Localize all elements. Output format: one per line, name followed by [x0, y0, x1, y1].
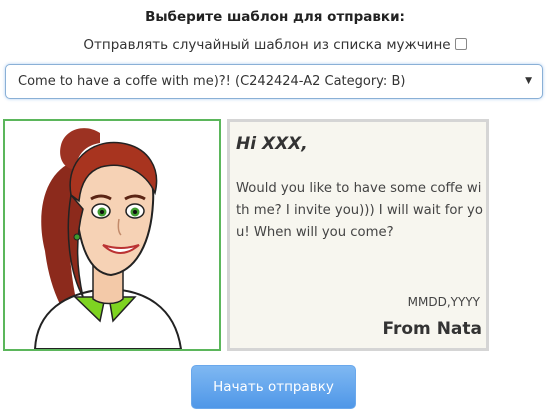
random-template-checkbox[interactable] [454, 38, 467, 50]
letter-signature: From Nata [382, 319, 482, 339]
start-sending-button[interactable]: Начать отправку [191, 365, 356, 409]
dropdown-arrow-icon[interactable]: ▼ [525, 65, 532, 98]
letter-date: MMDD,YYYY [407, 295, 480, 309]
avatar-illustration [3, 119, 221, 351]
template-select-value: Come to have a coffe with me)?! (C242424… [18, 74, 406, 89]
page-title: Выберите шаблон для отправки: [145, 9, 405, 25]
letter-preview: Hi XXX, Would you like to have some coff… [227, 119, 489, 351]
letter-greeting: Hi XXX, [236, 134, 308, 154]
letter-body: Would you like to have some coffe with m… [236, 181, 483, 240]
random-template-option[interactable]: Отправлять случайный шаблон из списка му… [0, 37, 550, 53]
template-select[interactable]: Come to have a coffe with me)?! (C242424… [5, 64, 543, 99]
random-template-label: Отправлять случайный шаблон из списка му… [83, 37, 451, 53]
woman-cartoon-icon [33, 128, 183, 349]
